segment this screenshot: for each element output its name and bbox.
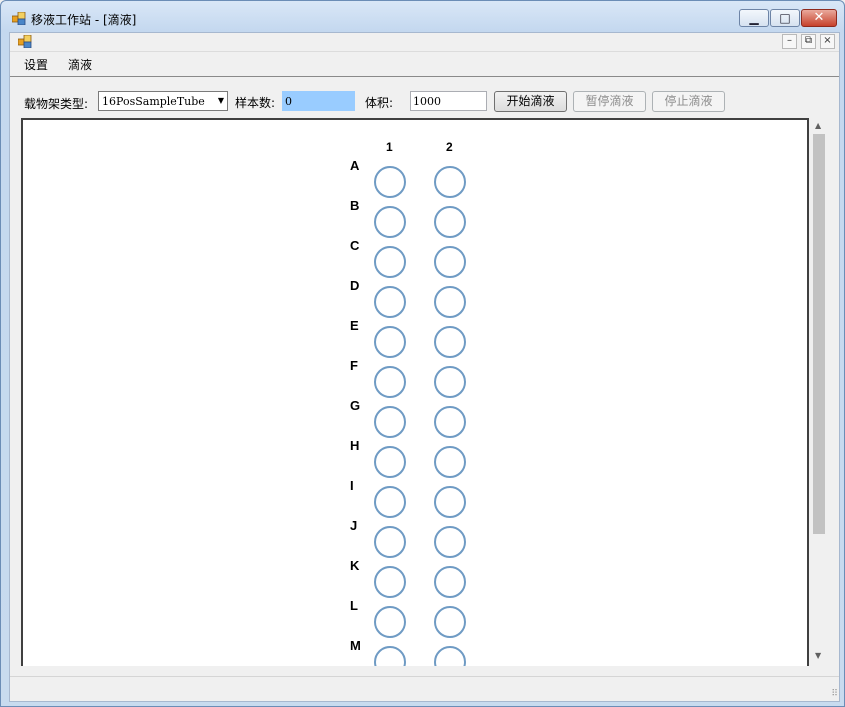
volume-input[interactable]: 1000 <box>410 91 487 111</box>
sample-well[interactable] <box>374 286 406 318</box>
sample-well[interactable] <box>434 206 466 238</box>
column-header: 1 <box>386 140 393 154</box>
volume-value: 1000 <box>413 95 441 108</box>
resize-grip-icon[interactable]: ⠿ <box>831 689 838 699</box>
window-title: 移液工作站 - [滴液] <box>31 13 137 27</box>
sample-well[interactable] <box>374 166 406 198</box>
sample-well[interactable] <box>374 486 406 518</box>
sample-well[interactable] <box>434 286 466 318</box>
close-icon: ✕ <box>813 10 825 25</box>
sample-count-value: 0 <box>285 95 292 108</box>
row-label: F <box>350 358 358 373</box>
sample-rack-panel: 1 2 A B C D E F G H I J K L M <box>21 118 809 666</box>
dropdown-arrow-icon[interactable]: ▼ <box>218 96 224 105</box>
minimize-icon: ▁ <box>749 11 759 25</box>
sample-well[interactable] <box>434 526 466 558</box>
sample-well[interactable] <box>374 246 406 278</box>
child-window-icon[interactable] <box>18 35 32 48</box>
sample-well[interactable] <box>374 526 406 558</box>
vertical-scrollbar[interactable]: ▲ ▼ <box>811 118 828 666</box>
child-restore-button[interactable]: ⧉ <box>801 34 816 49</box>
maximize-icon: □ <box>779 11 791 25</box>
sample-well[interactable] <box>374 606 406 638</box>
title-bar[interactable]: 移液工作站 - [滴液] ▁ □ ✕ <box>1 1 845 33</box>
close-button[interactable]: ✕ <box>801 9 837 27</box>
carrier-type-label: 载物架类型: <box>24 97 89 111</box>
minimize-button[interactable]: ▁ <box>739 9 769 27</box>
child-minimize-button[interactable]: – <box>782 34 797 49</box>
menu-dispense[interactable]: 滴液 <box>64 56 96 73</box>
sample-well[interactable] <box>374 406 406 438</box>
mdi-control-strip: – ⧉ × <box>10 33 839 52</box>
sample-count-input[interactable]: 0 <box>282 91 355 111</box>
sample-well[interactable] <box>434 446 466 478</box>
row-label: B <box>350 198 360 213</box>
app-icon <box>12 12 26 25</box>
row-label: D <box>350 278 360 293</box>
status-bar: ⠿ <box>10 676 839 701</box>
sample-well[interactable] <box>434 246 466 278</box>
sample-well[interactable] <box>374 366 406 398</box>
row-label: H <box>350 438 360 453</box>
carrier-type-select[interactable]: 16PosSampleTube ▼ <box>98 91 228 111</box>
sample-well[interactable] <box>374 206 406 238</box>
scroll-up-icon[interactable]: ▲ <box>815 121 821 130</box>
application-window: 移液工作站 - [滴液] ▁ □ ✕ – ⧉ × 设置 滴液 载物架类型: 16… <box>0 0 845 707</box>
row-label: A <box>350 158 360 173</box>
row-label: I <box>350 478 354 493</box>
client-area: – ⧉ × 设置 滴液 载物架类型: 16PosSampleTube ▼ 样本数… <box>9 32 840 702</box>
menu-settings[interactable]: 设置 <box>20 56 52 73</box>
sample-well[interactable] <box>434 326 466 358</box>
row-label: K <box>350 558 360 573</box>
sample-count-label: 样本数: <box>235 96 276 110</box>
pause-dispense-button[interactable]: 暂停滴液 <box>573 91 646 112</box>
row-label: M <box>350 638 361 653</box>
sample-well[interactable] <box>374 446 406 478</box>
sample-well[interactable] <box>434 366 466 398</box>
maximize-button[interactable]: □ <box>770 9 800 27</box>
scrollbar-thumb[interactable] <box>813 134 825 534</box>
stop-dispense-button[interactable]: 停止滴液 <box>652 91 725 112</box>
row-label: L <box>350 598 358 613</box>
sample-well[interactable] <box>434 166 466 198</box>
row-label: E <box>350 318 359 333</box>
child-close-button[interactable]: × <box>820 34 835 49</box>
volume-label: 体积: <box>365 96 394 110</box>
menu-bar: 设置 滴液 <box>10 52 839 77</box>
sample-well[interactable] <box>434 486 466 518</box>
sample-well[interactable] <box>434 606 466 638</box>
sample-well[interactable] <box>434 646 466 666</box>
row-label: G <box>350 398 361 413</box>
sample-well[interactable] <box>434 406 466 438</box>
sample-well[interactable] <box>374 326 406 358</box>
sample-well[interactable] <box>434 566 466 598</box>
start-dispense-button[interactable]: 开始滴液 <box>494 91 567 112</box>
column-header: 2 <box>446 140 453 154</box>
scroll-down-icon[interactable]: ▼ <box>815 651 821 660</box>
sample-well[interactable] <box>374 566 406 598</box>
carrier-type-value: 16PosSampleTube <box>102 95 205 108</box>
row-label: J <box>350 518 358 533</box>
sample-well[interactable] <box>374 646 406 666</box>
row-label: C <box>350 238 360 253</box>
